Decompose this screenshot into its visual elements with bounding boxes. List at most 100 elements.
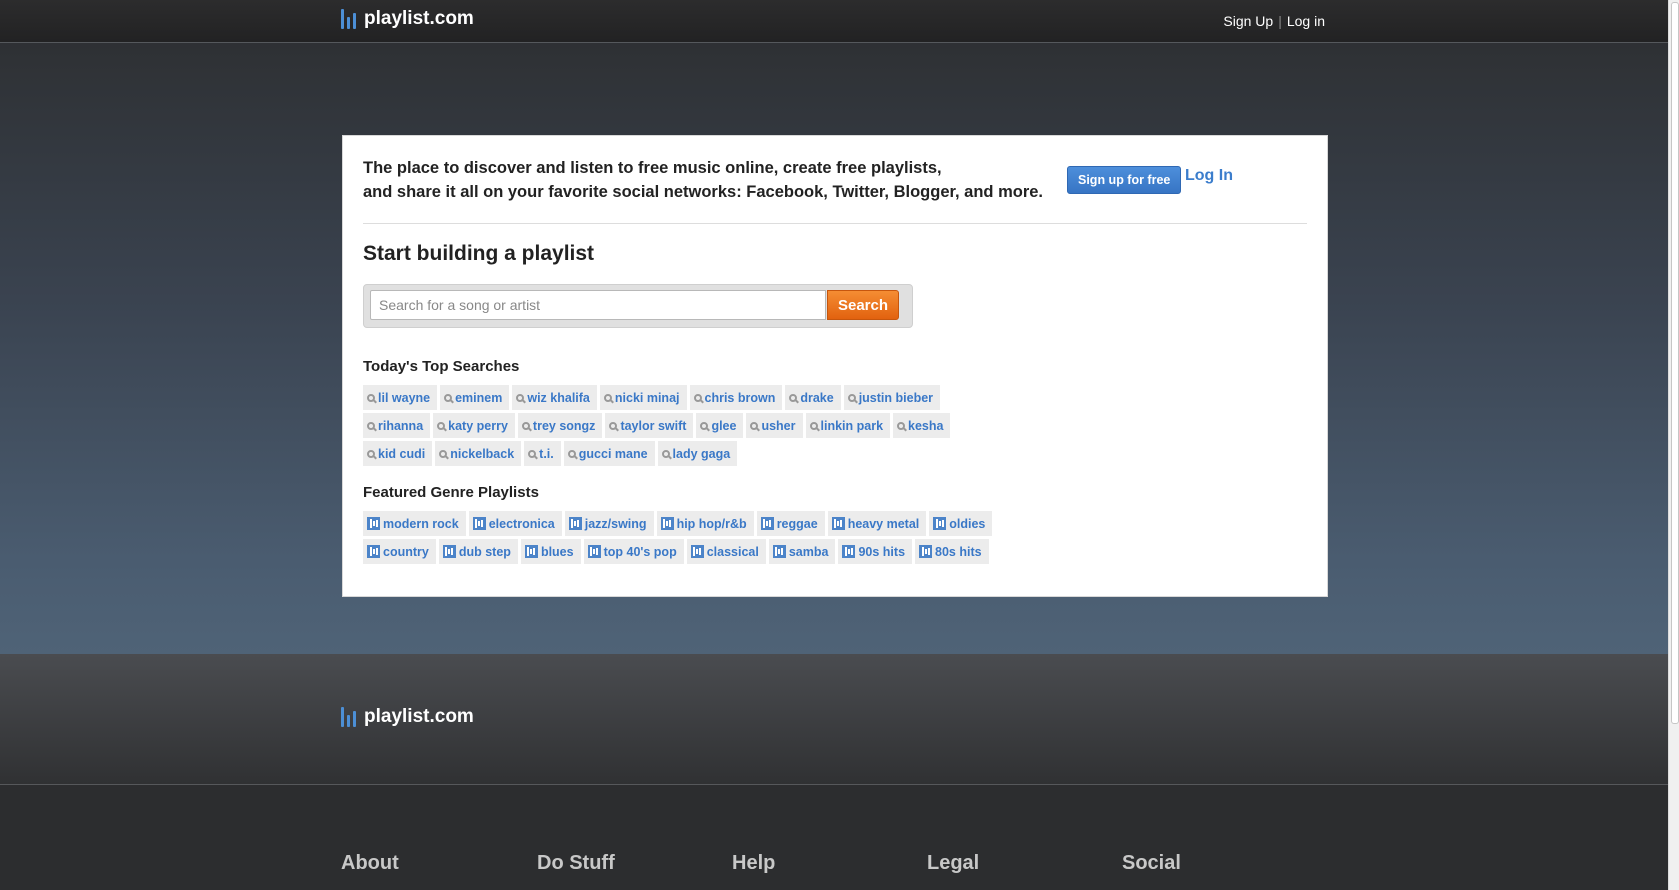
top-search-tag[interactable]: kesha — [893, 413, 951, 438]
playlist-icon — [524, 545, 538, 558]
search-icon — [367, 449, 375, 458]
tag-label: kesha — [908, 418, 944, 433]
header-logo-text: playlist.com — [364, 8, 474, 29]
main-card: The place to discover and listen to free… — [342, 135, 1328, 597]
build-playlist-heading: Start building a playlist — [363, 242, 595, 265]
page-scrollbar[interactable] — [1668, 0, 1679, 890]
top-search-tag[interactable]: justin bieber — [843, 385, 941, 410]
song-search-bar: Search — [363, 284, 913, 328]
tag-label: wiz khalifa — [527, 390, 590, 405]
genre-playlists-list: modern rock electronica jazz/swing hip hop/… — [363, 511, 1003, 564]
playlist-icon — [842, 545, 856, 558]
footer-heading-legal[interactable]: Legal — [927, 852, 979, 875]
header-logo[interactable]: playlist.com — [341, 8, 474, 30]
top-search-tag[interactable]: nickelback — [435, 441, 522, 466]
playlist-icon — [367, 517, 380, 530]
top-search-tag[interactable]: chris brown — [689, 385, 783, 410]
tag-label: reggae — [776, 516, 818, 531]
genre-playlist-tag[interactable]: heavy metal — [827, 511, 927, 536]
genre-playlist-tag[interactable]: country — [363, 539, 436, 564]
search-icon — [609, 421, 618, 430]
tag-label: oldies — [949, 516, 986, 531]
footer-heading-social[interactable]: Social — [1122, 852, 1181, 875]
top-search-tag[interactable]: eminem — [440, 385, 510, 410]
genre-playlist-tag[interactable]: blues — [520, 539, 581, 564]
genre-playlist-tag[interactable]: hip hop/r&b — [656, 511, 754, 536]
genre-playlist-tag[interactable]: oldies — [929, 511, 993, 536]
top-search-tag[interactable]: taylor swift — [605, 413, 694, 438]
top-search-tag[interactable]: wiz khalifa — [512, 385, 597, 410]
top-search-tag[interactable]: lady gaga — [657, 441, 738, 466]
scrollbar-thumb[interactable] — [1671, 2, 1679, 724]
genre-playlist-tag[interactable]: 80s hits — [915, 539, 989, 564]
tag-label: lil wayne — [378, 390, 431, 405]
tag-label: modern rock — [383, 516, 459, 531]
tag-label: heavy metal — [847, 516, 920, 531]
tag-label: usher — [761, 418, 796, 433]
search-icon — [847, 393, 856, 402]
genre-playlist-tag[interactable]: modern rock — [363, 511, 466, 536]
footer-brand-bar: playlist.com — [0, 654, 1668, 785]
intro-login-link[interactable]: Log In — [1185, 167, 1233, 185]
song-search-input[interactable] — [370, 290, 826, 320]
top-search-tag[interactable]: lil wayne — [363, 385, 438, 410]
tag-label: blues — [540, 544, 574, 559]
genre-playlist-tag[interactable]: electronica — [468, 511, 562, 536]
search-button[interactable]: Search — [827, 290, 899, 320]
genre-playlist-tag[interactable]: reggae — [756, 511, 825, 536]
tag-label: justin bieber — [858, 390, 934, 405]
header-signup-link[interactable]: Sign Up — [1223, 13, 1273, 29]
tag-label: chris brown — [704, 390, 776, 405]
tag-label: nickelback — [450, 446, 515, 461]
genre-playlist-tag[interactable]: samba — [768, 539, 836, 564]
tag-label: nicki minaj — [614, 390, 680, 405]
search-icon — [437, 421, 446, 430]
top-search-tag[interactable]: katy perry — [433, 413, 515, 438]
genre-playlist-tag[interactable]: jazz/swing — [564, 511, 654, 536]
top-search-tag[interactable]: trey songz — [517, 413, 603, 438]
top-searches-heading: Today's Top Searches — [363, 358, 520, 375]
tag-label: rihanna — [378, 418, 424, 433]
header-account-links: Sign Up | Log in — [1223, 13, 1325, 29]
intro-line-1: The place to discover and listen to free… — [363, 159, 942, 177]
footer-heading-help[interactable]: Help — [732, 852, 775, 875]
header-login-link[interactable]: Log in — [1287, 13, 1325, 29]
tag-label: gucci mane — [578, 446, 648, 461]
tag-label: t.i. — [539, 446, 554, 461]
top-search-tag[interactable]: gucci mane — [563, 441, 655, 466]
playlist-logo-icon — [341, 707, 356, 727]
top-navbar: playlist.com Sign Up | Log in — [0, 0, 1668, 43]
tag-label: hip hop/r&b — [676, 516, 747, 531]
search-icon — [439, 449, 448, 458]
top-search-tag[interactable]: kid cudi — [363, 441, 433, 466]
footer-logo-text: playlist.com — [364, 706, 474, 727]
genre-playlist-tag[interactable]: classical — [686, 539, 766, 564]
top-search-tag[interactable]: drake — [785, 385, 841, 410]
genre-playlist-tag[interactable]: dub step — [438, 539, 518, 564]
footer-heading-about[interactable]: About — [341, 852, 399, 875]
top-search-tag[interactable]: usher — [746, 413, 803, 438]
playlist-icon — [568, 517, 582, 530]
tag-label: 80s hits — [935, 544, 982, 559]
top-search-tag[interactable]: rihanna — [363, 413, 431, 438]
top-search-tag[interactable]: nicki minaj — [599, 385, 687, 410]
search-icon — [700, 421, 709, 430]
signup-free-button[interactable]: Sign up for free — [1067, 166, 1182, 194]
footer-logo[interactable]: playlist.com — [341, 706, 474, 728]
tag-label: trey songz — [532, 418, 596, 433]
tag-label: electronica — [488, 516, 555, 531]
tag-label: drake — [800, 390, 834, 405]
tag-label: taylor swift — [620, 418, 687, 433]
search-icon — [528, 449, 537, 458]
playlist-icon — [690, 545, 704, 558]
top-search-tag[interactable]: t.i. — [524, 441, 561, 466]
footer-heading-do-stuff[interactable]: Do Stuff — [537, 852, 615, 875]
search-icon — [661, 449, 670, 458]
genre-playlist-tag[interactable]: top 40's pop — [583, 539, 684, 564]
genre-playlist-tag[interactable]: 90s hits — [838, 539, 913, 564]
top-search-tag[interactable]: glee — [696, 413, 744, 438]
playlist-icon — [367, 545, 380, 558]
playlist-icon — [831, 517, 845, 530]
top-search-tag[interactable]: linkin park — [805, 413, 891, 438]
playlist-logo-icon — [341, 9, 356, 29]
